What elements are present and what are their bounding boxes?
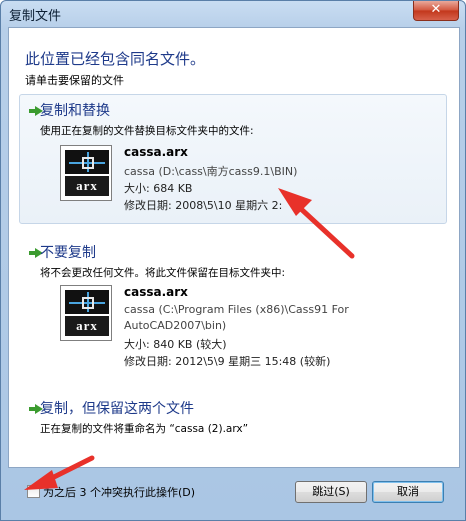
file-size: 大小: 840 KB (较大) — [124, 338, 227, 351]
arx-file-icon: arx — [60, 285, 112, 341]
file-modified: 修改日期: 2012\5\9 星期三 15:48 (较新) — [124, 355, 331, 368]
title-bar[interactable]: 复制文件 ✕ — [1, 1, 465, 27]
file-path-line-1: cassa (C:\Program Files (x86)\Cass91 For — [124, 303, 349, 316]
file-name: cassa.arx — [124, 145, 188, 159]
option-title: 复制，但保留这两个文件 — [40, 401, 194, 417]
file-modified: 修改日期: 2008\5\10 星期六 2: — [124, 199, 283, 212]
cad-crosshair-icon — [65, 150, 109, 174]
option-description: 将不会更改任何文件。将此文件保留在目标文件夹中: — [40, 267, 286, 279]
arx-file-icon: arx — [60, 145, 112, 201]
file-name: cassa.arx — [124, 285, 188, 299]
close-button[interactable]: ✕ — [413, 1, 459, 21]
icon-arx-label: arx — [65, 316, 109, 336]
dialog-footer: 为之后 3 个冲突执行此操作(D) 跳过(S) 取消 — [1, 470, 465, 520]
option-copy-and-replace[interactable]: 复制和替换 使用正在复制的文件替换目标文件夹中的文件: arx cassa.ar… — [19, 94, 447, 224]
option-description: 使用正在复制的文件替换目标文件夹中的文件: — [40, 125, 254, 137]
icon-arx-label: arx — [65, 176, 109, 196]
option-title: 不要复制 — [40, 245, 96, 261]
dialog-subheading: 请单击要保留的文件 — [25, 74, 124, 87]
file-size: 大小: 684 KB — [124, 182, 193, 195]
dialog-content: 此位置已经包含同名文件。 请单击要保留的文件 复制和替换 使用正在复制的文件替换… — [8, 27, 460, 468]
file-path: cassa (D:\cass\南方cass9.1\BIN) — [124, 165, 298, 178]
apply-to-all-checkbox[interactable] — [27, 485, 40, 498]
cancel-button[interactable]: 取消 — [372, 481, 444, 503]
apply-to-all-label[interactable]: 为之后 3 个冲突执行此操作(D) — [43, 484, 195, 500]
option-description: 正在复制的文件将重命名为 “cassa (2).arx” — [40, 423, 249, 435]
dialog-heading: 此位置已经包含同名文件。 — [25, 50, 206, 68]
option-keep-both[interactable]: 复制，但保留这两个文件 正在复制的文件将重命名为 “cassa (2).arx” — [19, 392, 447, 442]
copy-file-dialog: 复制文件 ✕ 此位置已经包含同名文件。 请单击要保留的文件 复制和替换 使用正在… — [0, 0, 466, 521]
file-path-line-2: AutoCAD2007\bin) — [124, 319, 227, 332]
window-title: 复制文件 — [9, 9, 62, 24]
cad-crosshair-icon — [65, 290, 109, 314]
skip-button[interactable]: 跳过(S) — [295, 481, 367, 503]
option-title: 复制和替换 — [40, 103, 110, 119]
option-dont-copy[interactable]: 不要复制 将不会更改任何文件。将此文件保留在目标文件夹中: arx cassa.… — [19, 236, 447, 376]
